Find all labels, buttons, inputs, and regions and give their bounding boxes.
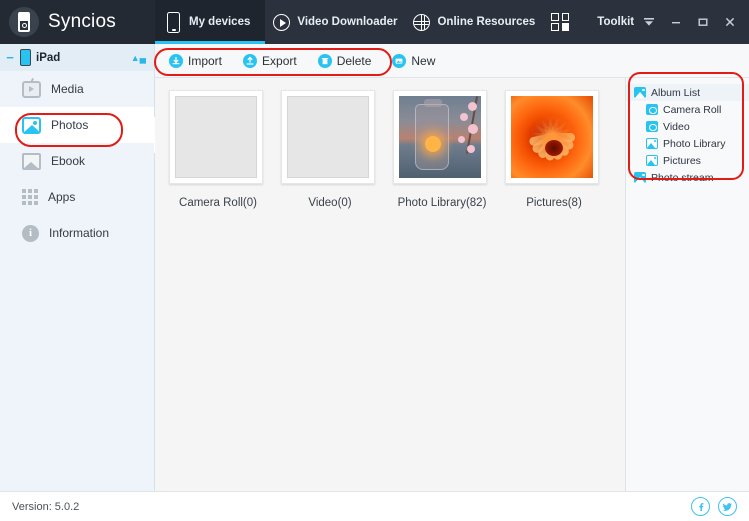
album-tile[interactable]: Photo Library(82) <box>393 90 491 209</box>
version-label: Version: 5.0.2 <box>12 500 80 513</box>
media-icon <box>22 80 41 98</box>
delete-button[interactable]: Delete <box>317 53 372 68</box>
sidebar-item-information-label: Information <box>49 226 110 240</box>
tab-my-devices[interactable]: My devices <box>155 0 266 44</box>
album-tile[interactable]: Camera Roll(0) <box>169 90 267 209</box>
album-thumbnail <box>169 90 263 184</box>
album-list-item-photo-library[interactable]: Photo Library <box>626 135 749 152</box>
album-caption: Pictures(8) <box>526 197 582 209</box>
minimize-icon[interactable] <box>670 16 682 28</box>
picture-icon <box>646 155 658 166</box>
title-bar: Syncios My devices Video Downloader Onli… <box>0 0 749 44</box>
ipad-icon <box>20 49 31 66</box>
album-thumbnail <box>393 90 487 184</box>
album-list-item-camera-roll[interactable]: Camera Roll <box>626 101 749 118</box>
export-button[interactable]: Export <box>243 53 297 68</box>
album-caption: Photo Library(82) <box>397 197 487 209</box>
tab-online-resources-label: Online Resources <box>437 16 536 28</box>
camera-icon <box>646 104 658 115</box>
sidebar-item-ebook[interactable]: Ebook <box>0 143 154 179</box>
new-label: New <box>411 53 436 68</box>
import-label: Import <box>188 53 223 68</box>
eject-icon[interactable]: ▲▄ <box>131 53 146 63</box>
sidebar-item-photos[interactable]: Photos <box>0 107 154 143</box>
minus-icon[interactable]: − <box>5 50 15 65</box>
social-links <box>691 497 737 516</box>
sidebar-item-ebook-label: Ebook <box>51 154 86 168</box>
info-icon: i <box>22 224 39 242</box>
syncios-logo-icon <box>9 7 39 37</box>
tab-toolkit[interactable]: Toolkit <box>543 0 642 44</box>
sidebar-item-apps-label: Apps <box>48 190 76 204</box>
syncios-window: Syncios My devices Video Downloader Onli… <box>0 0 749 521</box>
sidebar: − iPad ▲▄ Media Photos Ebook Apps i Info… <box>0 44 155 491</box>
album-list-item-label: Photo stream <box>651 171 714 184</box>
photos-icon <box>22 116 41 134</box>
album-list-item-pictures[interactable]: Pictures <box>626 152 749 169</box>
grid-squares-icon <box>551 13 570 31</box>
sidebar-item-apps[interactable]: Apps <box>0 179 154 215</box>
apps-grid-icon <box>22 189 38 205</box>
album-thumbnail <box>505 90 599 184</box>
play-circle-icon <box>273 13 291 31</box>
album-list-item-label: Camera Roll <box>663 103 722 116</box>
orange-chrysanthemum-image <box>511 96 593 178</box>
album-grid: Camera Roll(0) Video(0) Photo Library(82… <box>155 78 626 491</box>
sunset-jar-blossom-image <box>399 96 481 178</box>
album-tile[interactable]: Pictures(8) <box>505 90 603 209</box>
album-list-item-video[interactable]: Video <box>626 118 749 135</box>
trash-icon <box>317 53 332 68</box>
album-list-item-label: Photo Library <box>663 137 726 150</box>
tab-my-devices-label: My devices <box>189 16 251 28</box>
album-list-item-photo-stream[interactable]: Photo stream <box>626 169 749 186</box>
close-icon[interactable] <box>724 16 736 28</box>
sidebar-item-photos-label: Photos <box>51 118 89 132</box>
sidebar-item-media-label: Media <box>51 82 84 96</box>
sidebar-item-information[interactable]: i Information <box>0 215 154 251</box>
album-caption: Video(0) <box>308 197 352 209</box>
album-list-item-label: Video <box>663 120 690 133</box>
album-list-panel: Album List Camera Roll Video Photo Libra… <box>626 78 749 491</box>
camera-icon <box>646 121 658 132</box>
album-icon <box>634 172 646 183</box>
album-list-item-label: Pictures <box>663 154 701 167</box>
empty-placeholder <box>175 96 257 178</box>
globe-icon <box>413 13 431 31</box>
sidebar-item-media[interactable]: Media <box>0 71 154 107</box>
picture-icon <box>646 138 658 149</box>
album-tile[interactable]: Video(0) <box>281 90 379 209</box>
album-thumbnail <box>281 90 375 184</box>
window-controls <box>643 16 749 28</box>
phone-icon <box>167 11 180 33</box>
album-list-header-label: Album List <box>651 86 701 99</box>
twitter-icon[interactable] <box>718 497 737 516</box>
maximize-icon[interactable] <box>697 16 709 28</box>
empty-placeholder <box>287 96 369 178</box>
tab-video-downloader-label: Video Downloader <box>297 16 398 28</box>
ebook-icon <box>22 152 41 170</box>
export-icon <box>243 53 258 68</box>
tab-online-resources[interactable]: Online Resources <box>405 0 543 44</box>
tab-toolkit-label: Toolkit <box>597 16 635 28</box>
tab-video-downloader[interactable]: Video Downloader <box>265 0 405 44</box>
status-bar: Version: 5.0.2 <box>0 491 749 521</box>
album-caption: Camera Roll(0) <box>179 197 257 209</box>
new-folder-icon <box>392 53 407 68</box>
album-list-header[interactable]: Album List <box>626 84 749 101</box>
app-name: Syncios <box>48 11 116 32</box>
export-label: Export <box>262 53 297 68</box>
import-icon <box>169 53 183 68</box>
caret-down-icon[interactable] <box>643 16 655 28</box>
action-toolbar: Import Export Delete New <box>155 44 749 78</box>
sidebar-device-ipad[interactable]: − iPad ▲▄ <box>0 44 154 71</box>
album-icon <box>634 87 646 98</box>
facebook-icon[interactable] <box>691 497 710 516</box>
import-button[interactable]: Import <box>169 53 223 68</box>
device-label: iPad <box>36 51 61 64</box>
new-button[interactable]: New <box>392 53 436 68</box>
app-brand: Syncios <box>0 0 155 44</box>
delete-label: Delete <box>336 53 372 68</box>
